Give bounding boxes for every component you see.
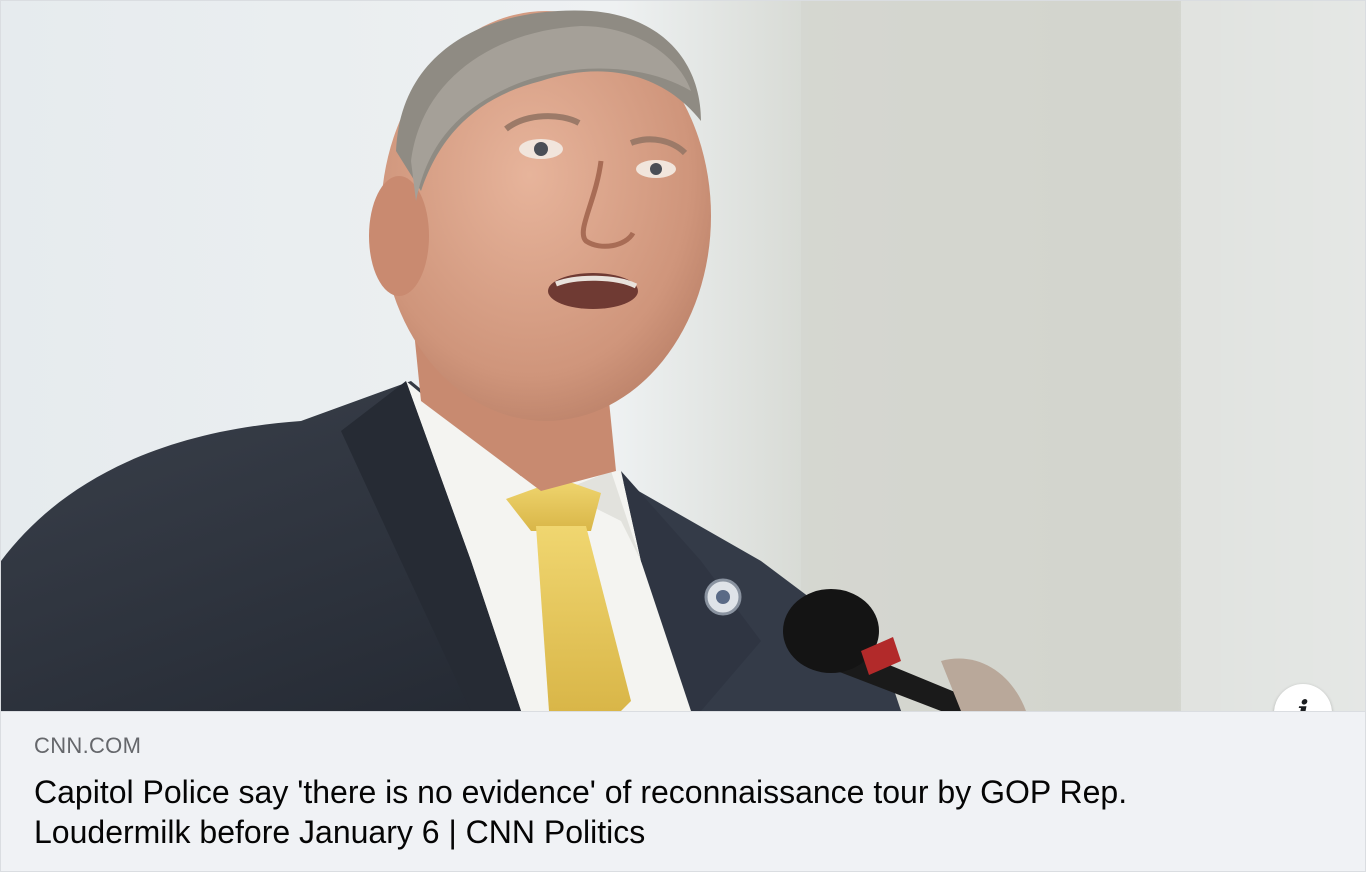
info-icon: i — [1297, 698, 1308, 712]
article-headline[interactable]: Capitol Police say 'there is no evidence… — [34, 772, 1234, 852]
link-preview-card[interactable]: i CNN.COM Capitol Police say 'there is n… — [0, 0, 1366, 872]
article-photo — [1, 1, 1365, 711]
source-domain: CNN.COM — [34, 733, 142, 758]
link-preview-meta[interactable]: CNN.COM Capitol Police say 'there is no … — [1, 711, 1365, 871]
article-image[interactable]: i — [1, 1, 1365, 711]
